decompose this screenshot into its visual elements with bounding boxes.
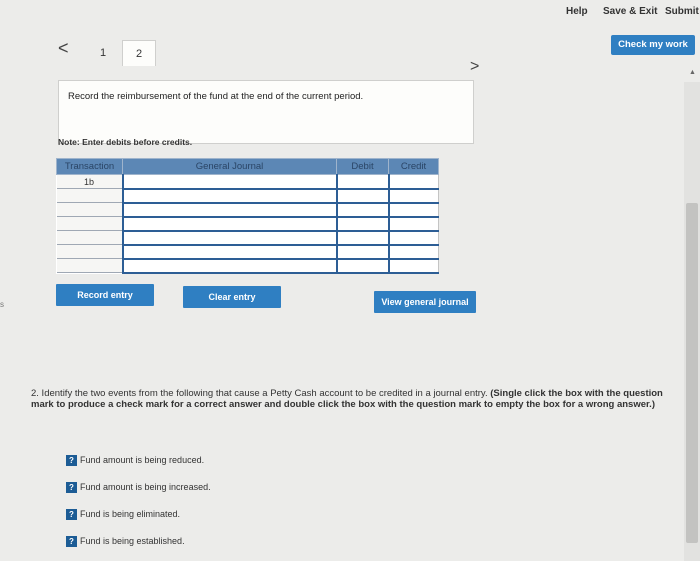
- account-input[interactable]: [121, 244, 338, 260]
- debit-input[interactable]: [335, 174, 389, 190]
- scroll-up-arrow-icon[interactable]: ▲: [689, 69, 696, 76]
- question-mark-checkbox[interactable]: ?: [66, 509, 77, 521]
- edge-marker: s: [0, 300, 4, 309]
- answer-option: ? Fund is being eliminated.: [66, 509, 181, 521]
- question-mark-checkbox[interactable]: ?: [66, 536, 77, 548]
- transaction-cell: [56, 258, 123, 273]
- view-general-journal-button[interactable]: View general journal: [374, 291, 476, 313]
- account-input[interactable]: [121, 202, 338, 218]
- table-row: 1b: [56, 174, 439, 190]
- account-input[interactable]: [121, 174, 338, 190]
- question-2-text: 2. Identify the two events from the foll…: [31, 388, 488, 399]
- next-arrow-icon[interactable]: >: [470, 58, 479, 76]
- answer-option: ? Fund is being established.: [66, 536, 185, 548]
- credit-input[interactable]: [387, 258, 439, 274]
- account-input[interactable]: [121, 258, 338, 274]
- question-2: 2. Identify the two events from the foll…: [31, 388, 671, 410]
- transaction-cell: [56, 230, 123, 245]
- answer-option: ? Fund amount is being increased.: [66, 482, 211, 494]
- tab-1[interactable]: 1: [86, 40, 120, 66]
- transaction-cell: [56, 202, 123, 217]
- prompt-box: Record the reimbursement of the fund at …: [58, 80, 474, 144]
- credit-input[interactable]: [387, 188, 439, 204]
- header-transaction: Transaction: [56, 158, 123, 175]
- journal-table: Transaction General Journal Debit Credit…: [56, 158, 439, 274]
- table-row: [56, 244, 439, 260]
- option-label: Fund is being eliminated.: [80, 509, 181, 519]
- prompt-text: Record the reimbursement of the fund at …: [68, 91, 364, 102]
- table-row: [56, 202, 439, 218]
- table-row: [56, 188, 439, 204]
- table-row: [56, 258, 439, 274]
- debit-input[interactable]: [335, 258, 389, 274]
- check-my-work-button[interactable]: Check my work: [611, 35, 695, 55]
- transaction-cell: [56, 244, 123, 259]
- transaction-cell: [56, 188, 123, 203]
- credit-input[interactable]: [387, 230, 439, 246]
- save-exit-link[interactable]: Save & Exit: [603, 6, 657, 17]
- note-text: Note: Enter debits before credits.: [58, 137, 193, 147]
- option-label: Fund is being established.: [80, 536, 185, 546]
- transaction-cell: [56, 216, 123, 231]
- tab-2[interactable]: 2: [122, 40, 156, 66]
- transaction-cell: 1b: [56, 174, 123, 189]
- credit-input[interactable]: [387, 202, 439, 218]
- option-label: Fund amount is being increased.: [80, 482, 211, 492]
- credit-input[interactable]: [387, 244, 439, 260]
- header-credit: Credit: [388, 158, 439, 175]
- debit-input[interactable]: [335, 202, 389, 218]
- header-debit: Debit: [336, 158, 389, 175]
- account-input[interactable]: [121, 216, 338, 232]
- table-row: [56, 216, 439, 232]
- question-mark-checkbox[interactable]: ?: [66, 482, 77, 494]
- credit-input[interactable]: [387, 174, 439, 190]
- credit-input[interactable]: [387, 216, 439, 232]
- answer-option: ? Fund amount is being reduced.: [66, 455, 205, 467]
- account-input[interactable]: [121, 230, 338, 246]
- table-row: [56, 230, 439, 246]
- previous-arrow-icon[interactable]: <: [58, 38, 69, 59]
- option-label: Fund amount is being reduced.: [80, 455, 205, 465]
- top-bar: Help Save & Exit Submit: [0, 0, 700, 30]
- header-general-journal: General Journal: [122, 158, 337, 175]
- debit-input[interactable]: [335, 216, 389, 232]
- scrollbar-thumb[interactable]: [686, 203, 698, 543]
- debit-input[interactable]: [335, 188, 389, 204]
- submit-link[interactable]: Submit: [665, 6, 699, 17]
- help-link[interactable]: Help: [566, 6, 588, 17]
- debit-input[interactable]: [335, 230, 389, 246]
- account-input[interactable]: [121, 188, 338, 204]
- question-mark-checkbox[interactable]: ?: [66, 455, 77, 467]
- debit-input[interactable]: [335, 244, 389, 260]
- clear-entry-button[interactable]: Clear entry: [183, 286, 281, 308]
- record-entry-button[interactable]: Record entry: [56, 284, 154, 306]
